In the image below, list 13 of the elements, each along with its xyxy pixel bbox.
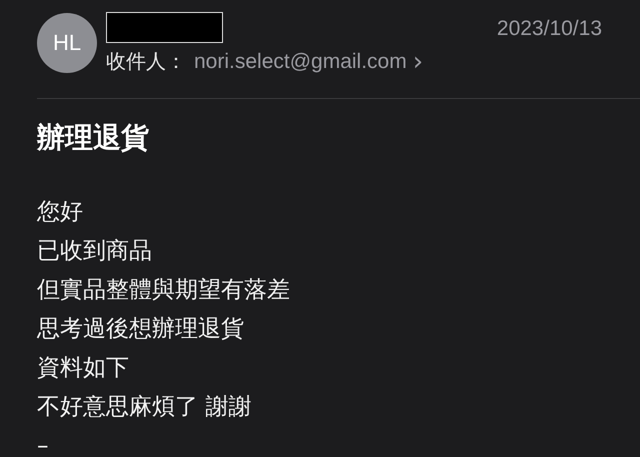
body-line: – <box>37 432 48 457</box>
sender-avatar[interactable]: HL <box>37 13 97 73</box>
body-line: 已收到商品 <box>37 237 152 266</box>
body-line: 但實品整體與期望有落差 <box>37 276 290 305</box>
recipient-address[interactable]: nori.select@gmail.com <box>194 50 407 74</box>
mail-subject: 辦理退貨 <box>37 121 150 155</box>
body-line: 思考過後想辦理退貨 <box>37 315 244 344</box>
body-line: 您好 <box>37 198 83 227</box>
mail-date: 2023/10/13 <box>496 17 602 41</box>
body-line: 資料如下 <box>37 354 129 383</box>
body-line: 不好意思麻煩了 謝謝 <box>37 393 252 422</box>
chevron-icon[interactable]: › <box>412 52 424 72</box>
recipient-label: 收件人： <box>106 48 186 75</box>
